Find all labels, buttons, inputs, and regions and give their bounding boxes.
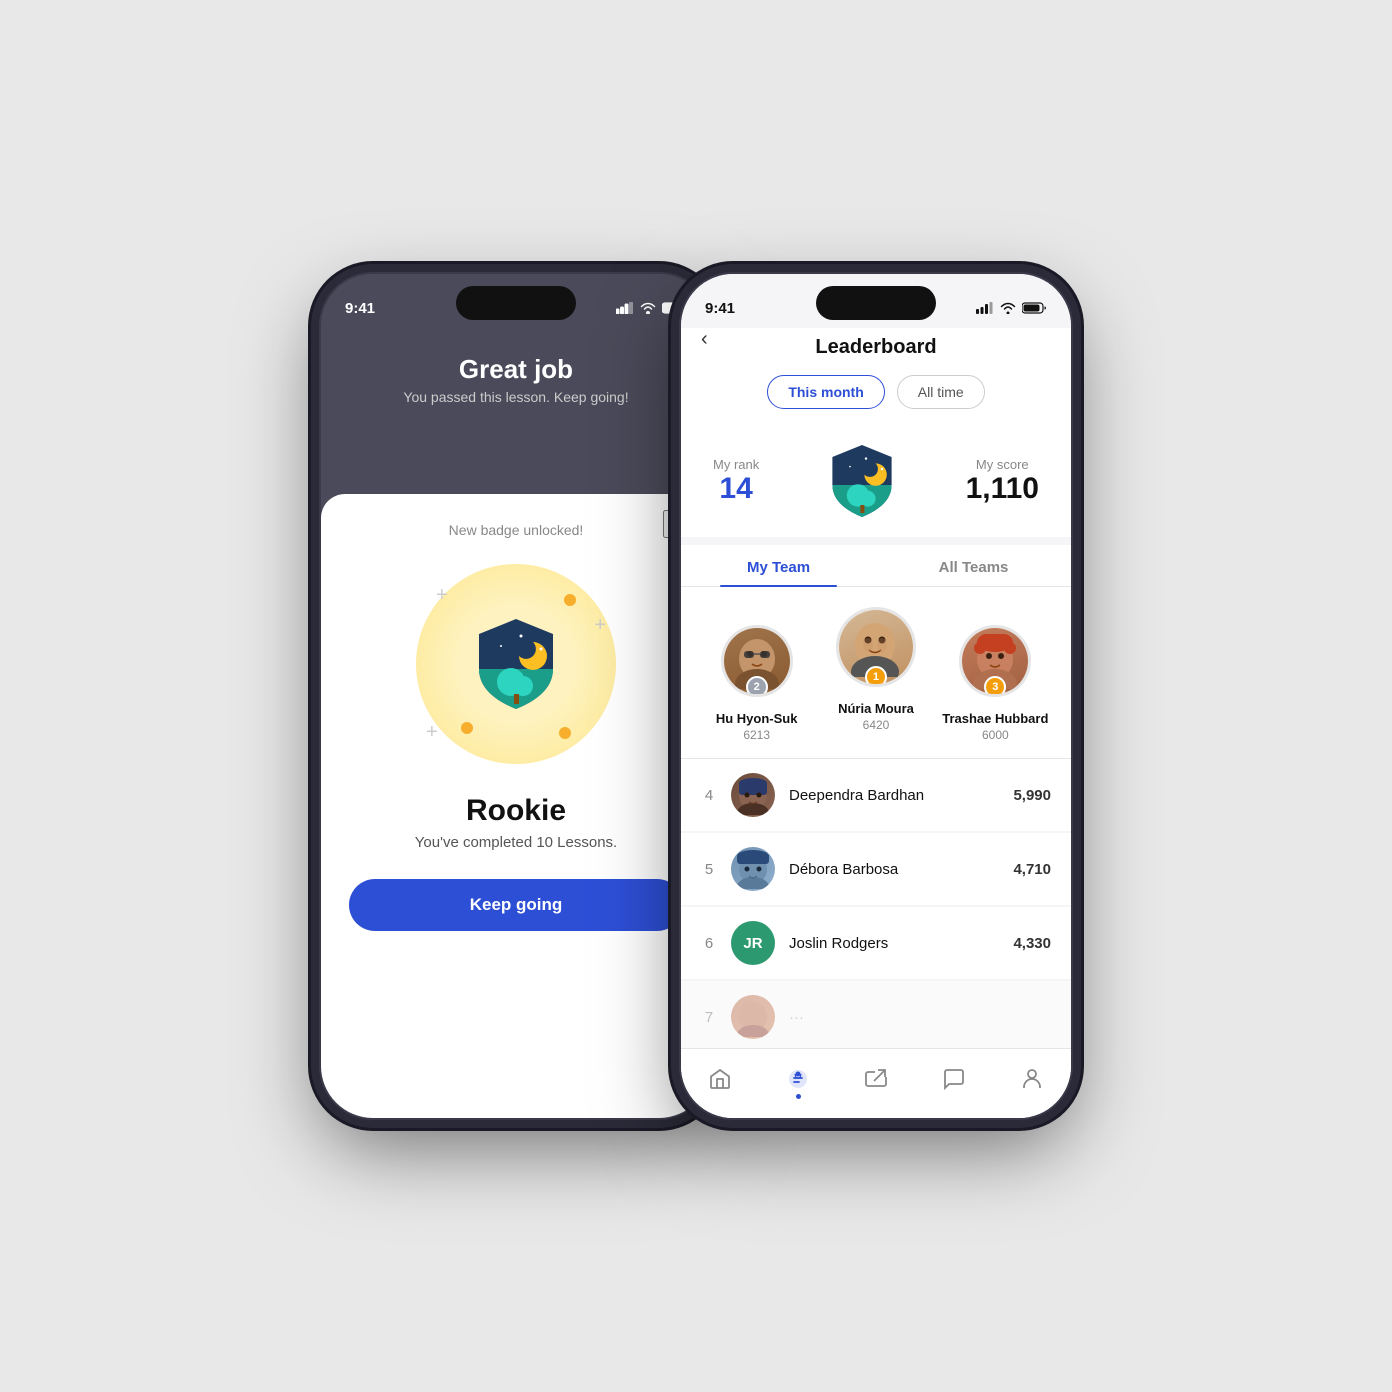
great-job-subtitle: You passed this lesson. Keep going! [403, 389, 628, 405]
rank-section: My rank 14 [681, 425, 1071, 537]
avatar-debora [731, 847, 775, 891]
rank-num-7: 7 [701, 1009, 717, 1026]
rank-num-5: 5 [701, 861, 717, 878]
nav-active-dot [796, 1094, 801, 1099]
score-joslin: 4,330 [1013, 935, 1051, 952]
messages-icon [942, 1067, 966, 1091]
rank-num-6: 6 [701, 935, 717, 952]
podium-name-3: Trashae Hubbard [942, 711, 1048, 726]
podium-3rd: 3 Trashae Hubbard 6000 [936, 625, 1055, 742]
podium-2nd: 2 Hu Hyon-Suk 6213 [697, 625, 816, 742]
my-score-info: My score 1,110 [966, 457, 1039, 506]
face-7-svg [735, 997, 771, 1037]
dynamic-island-left [456, 286, 576, 320]
status-time-right: 9:41 [705, 300, 735, 317]
my-rank-value: 14 [713, 472, 759, 506]
tabs-row: My Team All Teams [681, 545, 1071, 587]
podium-score-2: 6213 [743, 728, 770, 742]
wifi-icon [640, 302, 656, 314]
avatar-huhyonsuk: 2 [721, 625, 793, 697]
status-icons-right [976, 302, 1047, 314]
tab-all-teams[interactable]: All Teams [876, 545, 1071, 586]
lb-row-4: 4 Deependra Bardhan [681, 759, 1071, 831]
filter-pills: This month All time [767, 375, 984, 409]
signal-icon [616, 302, 634, 314]
deco-circle-3 [559, 727, 571, 739]
keep-going-button[interactable]: Keep going [349, 879, 683, 931]
leaderboard-icon [786, 1067, 810, 1091]
deco-circle-1 [564, 594, 576, 606]
my-score-value: 1,110 [966, 472, 1039, 506]
signal-icon-right [976, 302, 994, 314]
filter-this-month[interactable]: This month [767, 375, 884, 409]
phones-container: 9:41 [146, 274, 1246, 1118]
avatar-deependra [731, 773, 775, 817]
podium-name-2: Hu Hyon-Suk [716, 711, 798, 726]
deco-plus-2: + [594, 614, 606, 637]
new-badge-label: New badge unlocked! [449, 522, 584, 538]
battery-icon-right [1022, 302, 1047, 314]
top3-podium: 2 Hu Hyon-Suk 6213 [681, 587, 1071, 759]
my-rank-label: My rank [713, 457, 759, 472]
left-phone: 9:41 [321, 274, 711, 1118]
rank-badge-1: 1 [865, 666, 887, 687]
wifi-icon-right [1000, 302, 1016, 314]
tab-my-team[interactable]: My Team [681, 545, 876, 586]
leaderboard-header: ‹ Leaderboard This month All time [681, 328, 1071, 425]
leaderboard-list: 4 Deependra Bardhan [681, 759, 1071, 1048]
leaderboard-title: Leaderboard [815, 336, 936, 359]
dynamic-island-right [816, 286, 936, 320]
badge-glow-container: + + + [406, 554, 626, 774]
status-icons-left [616, 302, 687, 314]
score-debora: 4,710 [1013, 861, 1051, 878]
title-row: ‹ Leaderboard [681, 328, 1071, 363]
home-icon [708, 1067, 732, 1091]
deco-plus-1: + [436, 584, 448, 607]
name-joslin: Joslin Rodgers [789, 935, 999, 952]
podium-score-3: 6000 [982, 728, 1009, 742]
rank-num-4: 4 [701, 787, 717, 804]
great-job-title: Great job [459, 354, 573, 385]
deco-plus-3: + [426, 721, 438, 744]
nav-leaderboard[interactable] [786, 1067, 810, 1091]
courses-icon [864, 1067, 888, 1091]
rank-badge-3: 3 [984, 676, 1006, 697]
face-5-svg [735, 849, 771, 889]
face-4-svg [735, 775, 771, 815]
my-score-label: My score [966, 457, 1039, 472]
back-button[interactable]: ‹ [701, 328, 708, 351]
my-rank-info: My rank 14 [713, 457, 759, 506]
nav-profile[interactable] [1020, 1067, 1044, 1091]
status-time-left: 9:41 [345, 300, 375, 317]
nav-courses[interactable] [864, 1067, 888, 1091]
avatar-nuriamoura: 1 [836, 607, 916, 687]
name-deependra: Deependra Bardhan [789, 787, 999, 804]
avatar-joslin: JR [731, 921, 775, 965]
lb-row-6: 6 JR Joslin Rodgers 4,330 [681, 907, 1071, 979]
bottom-nav [681, 1048, 1071, 1118]
filter-all-time[interactable]: All time [897, 375, 985, 409]
profile-icon [1020, 1067, 1044, 1091]
rookie-badge-icon [471, 614, 561, 714]
badge-description: You've completed 10 Lessons. [415, 834, 617, 851]
nav-messages[interactable] [942, 1067, 966, 1091]
name-7: ··· [789, 1009, 1051, 1026]
podium-score-1: 6420 [863, 718, 890, 732]
podium-1st: 1 Núria Moura 6420 [816, 607, 935, 732]
podium-name-1: Núria Moura [838, 701, 914, 716]
right-phone: 9:41 [681, 274, 1071, 1118]
lb-row-7: 7 ··· [681, 981, 1071, 1048]
badge-name: Rookie [466, 794, 566, 828]
deco-circle-2 [461, 722, 473, 734]
rank-shield-icon [826, 441, 898, 521]
name-debora: Débora Barbosa [789, 861, 999, 878]
badge-modal: ✕ New badge unlocked! + + + [321, 494, 711, 1118]
avatar-initials-joslin: JR [743, 935, 762, 952]
nav-home[interactable] [708, 1067, 732, 1091]
score-deependra: 5,990 [1013, 787, 1051, 804]
lb-row-5: 5 Débora Barbosa [681, 833, 1071, 905]
avatar-7 [731, 995, 775, 1039]
avatar-trashae: 3 [959, 625, 1031, 697]
rank-badge-2: 2 [746, 676, 768, 697]
